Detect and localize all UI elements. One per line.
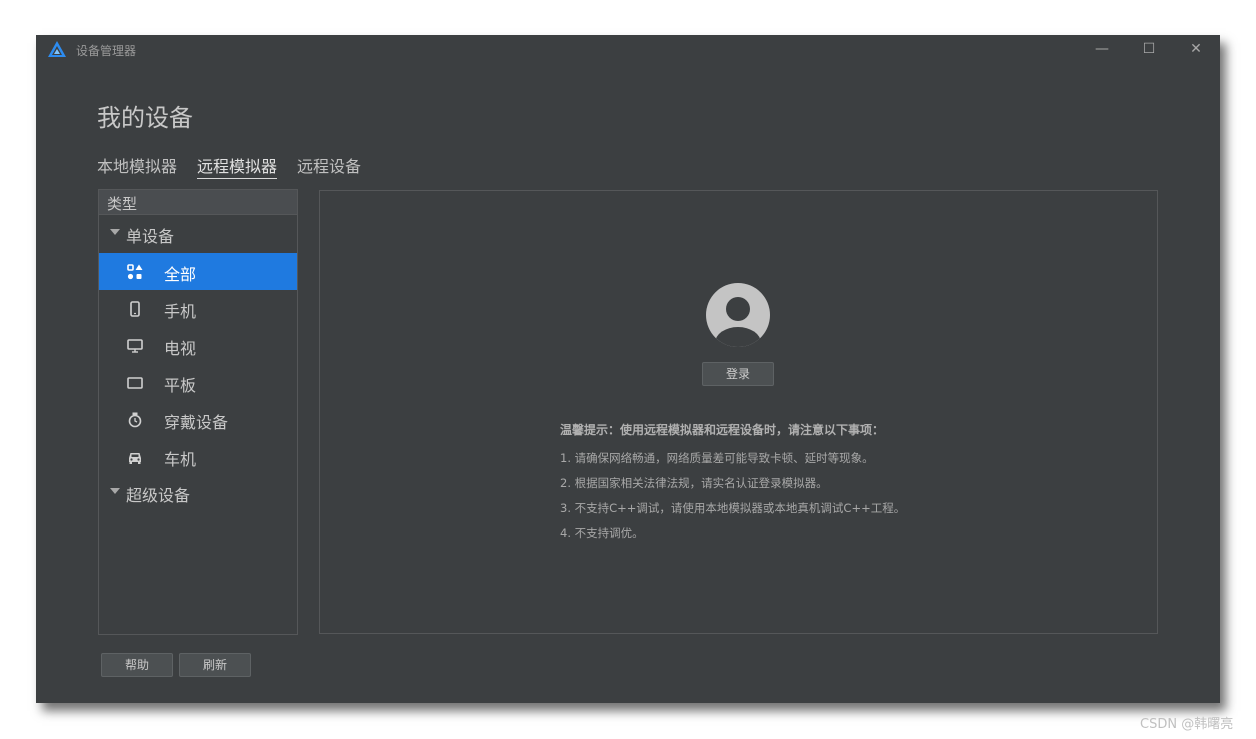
tab-local-emulator[interactable]: 本地模拟器 [97, 153, 177, 177]
group-single-device[interactable]: 单设备 [99, 220, 297, 248]
grid-shapes-icon [127, 264, 143, 280]
minimize-button[interactable]: — [1090, 39, 1114, 59]
app-logo-icon [48, 41, 66, 57]
tv-icon [127, 339, 143, 353]
car-icon [129, 453, 141, 464]
group-label: 单设备 [126, 227, 175, 246]
title-bar: 设备管理器 — ☐ ✕ [36, 35, 1220, 63]
sidebar-item-label: 车机 [164, 450, 197, 469]
expand-triangle-icon [110, 488, 120, 494]
sidebar-item-label: 穿戴设备 [164, 413, 229, 432]
help-button[interactable]: 帮助 [101, 653, 173, 677]
notice-line: 3. 不支持C++调试，请使用本地模拟器或本地真机调试C++工程。 [560, 501, 906, 515]
tablet-icon [127, 377, 143, 389]
sidebar-item-tv[interactable]: 电视 [99, 327, 297, 364]
sidebar-item-phone[interactable]: 手机 [99, 290, 297, 327]
expand-triangle-icon [110, 229, 120, 235]
sidebar-header-label: 类型 [107, 195, 138, 213]
sidebar-item-label: 手机 [164, 302, 197, 321]
watermark: CSDN @韩曙亮 [1140, 717, 1234, 732]
sidebar-item-wearable[interactable]: 穿戴设备 [99, 401, 297, 438]
sidebar-item-tablet[interactable]: 平板 [99, 364, 297, 401]
login-button[interactable]: 登录 [702, 362, 774, 386]
page-title: 我的设备 [97, 104, 193, 132]
device-manager-window: 设备管理器 — ☐ ✕ 我的设备 本地模拟器 远程模拟器 远程设备 类型 单设备… [36, 35, 1220, 703]
close-button[interactable]: ✕ [1184, 39, 1208, 59]
notice-line: 2. 根据国家相关法律法规，请实名认证登录模拟器。 [560, 476, 828, 490]
group-label: 超级设备 [126, 486, 191, 505]
remote-emulator-panel: 登录 温馨提示：使用远程模拟器和远程设备时，请注意以下事项： 1. 请确保网络畅… [319, 190, 1158, 634]
phone-icon [130, 301, 140, 317]
tab-remote-device[interactable]: 远程设备 [297, 153, 361, 177]
window-title: 设备管理器 [76, 44, 137, 58]
notice-line: 4. 不支持调优。 [560, 526, 644, 540]
notice-title: 温馨提示：使用远程模拟器和远程设备时，请注意以下事项： [560, 423, 885, 437]
sidebar-item-label: 电视 [164, 339, 197, 358]
sidebar-item-all[interactable]: 全部 [99, 253, 297, 290]
watch-icon [128, 412, 142, 428]
notice-line: 1. 请确保网络畅通，网络质量差可能导致卡顿、延时等现象。 [560, 451, 874, 465]
sidebar-item-label: 全部 [164, 265, 197, 284]
user-avatar-icon[interactable] [706, 283, 770, 347]
maximize-button[interactable]: ☐ [1137, 39, 1161, 59]
device-type-sidebar: 类型 单设备 全部 手机 电视 平板 穿戴设备 车机 超级设备 [98, 189, 298, 635]
sidebar-header: 类型 [99, 190, 297, 215]
group-super-device[interactable]: 超级设备 [99, 479, 297, 507]
sidebar-item-car[interactable]: 车机 [99, 438, 297, 475]
tab-remote-emulator[interactable]: 远程模拟器 [197, 153, 278, 179]
sidebar-item-label: 平板 [164, 376, 197, 395]
refresh-button[interactable]: 刷新 [179, 653, 251, 677]
